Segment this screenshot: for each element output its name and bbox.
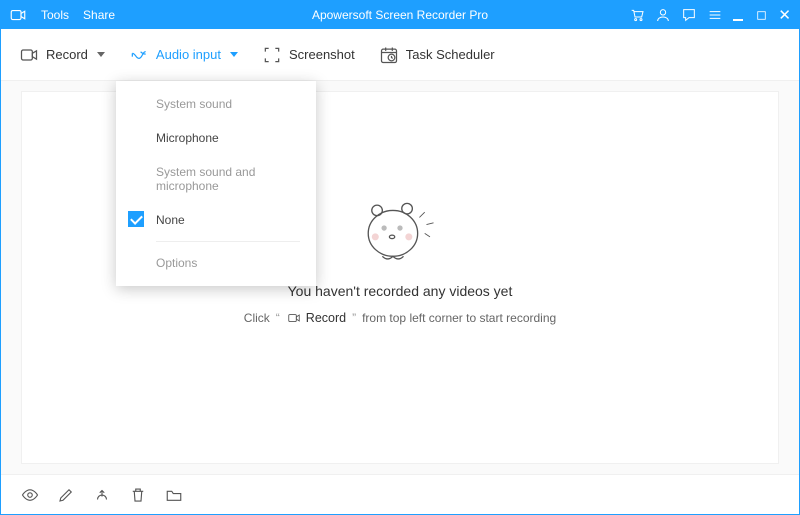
screenshot-label: Screenshot [289,47,355,62]
task-scheduler-label: Task Scheduler [406,47,495,62]
chevron-down-icon [230,52,238,57]
titlebar: Tools Share Apowersoft Screen Recorder P… [1,1,799,29]
checkmark-icon [128,211,144,227]
screenshot-button[interactable]: Screenshot [262,45,355,65]
feedback-icon[interactable] [681,7,697,23]
maximize-button[interactable] [755,9,768,22]
audio-input-label: Audio input [156,47,221,62]
cart-icon[interactable] [629,7,645,23]
menu-tools[interactable]: Tools [41,8,69,22]
menu-icon[interactable] [707,7,723,23]
dropdown-item-none[interactable]: None [116,203,316,237]
record-button[interactable]: Record [19,45,105,65]
mascot-illustration [355,191,445,271]
titlebar-left: Tools Share [9,6,115,24]
mini-record-label: Record [306,311,346,325]
empty-title: You haven't recorded any videos yet [288,283,513,299]
empty-subtitle: Click “ Record ” from top left corner to… [244,311,556,325]
titlebar-right: ✕ [629,7,791,23]
dropdown-item-system-and-mic[interactable]: System sound and microphone [116,155,316,203]
delete-icon[interactable] [129,486,147,504]
close-button[interactable]: ✕ [778,8,791,23]
folder-icon[interactable] [165,486,183,504]
dropdown-separator [156,241,300,242]
edit-icon[interactable] [57,486,75,504]
record-label: Record [46,47,88,62]
mini-record-indicator: Record [286,311,346,325]
empty-click-text: Click [244,311,270,325]
dropdown-item-none-label: None [156,213,185,227]
quote-mark: “ [276,311,280,325]
menu-share[interactable]: Share [83,8,115,22]
app-logo-icon [9,6,27,24]
quote-mark: ” [352,311,356,325]
dropdown-item-options[interactable]: Options [116,246,316,280]
footer-toolbar [1,474,799,514]
audio-input-dropdown: System sound Microphone System sound and… [116,81,316,286]
dropdown-item-system-sound[interactable]: System sound [116,87,316,121]
user-icon[interactable] [655,7,671,23]
chevron-down-icon [97,52,105,57]
minimize-button[interactable] [733,9,745,21]
app-window: Tools Share Apowersoft Screen Recorder P… [0,0,800,515]
upload-icon[interactable] [93,486,111,504]
main-toolbar: Record Audio input Screenshot Task Sched… [1,29,799,81]
empty-suffix-text: from top left corner to start recording [362,311,556,325]
preview-icon[interactable] [21,486,39,504]
task-scheduler-button[interactable]: Task Scheduler [379,45,495,65]
dropdown-item-microphone[interactable]: Microphone [116,121,316,155]
audio-input-button[interactable]: Audio input [129,45,238,65]
